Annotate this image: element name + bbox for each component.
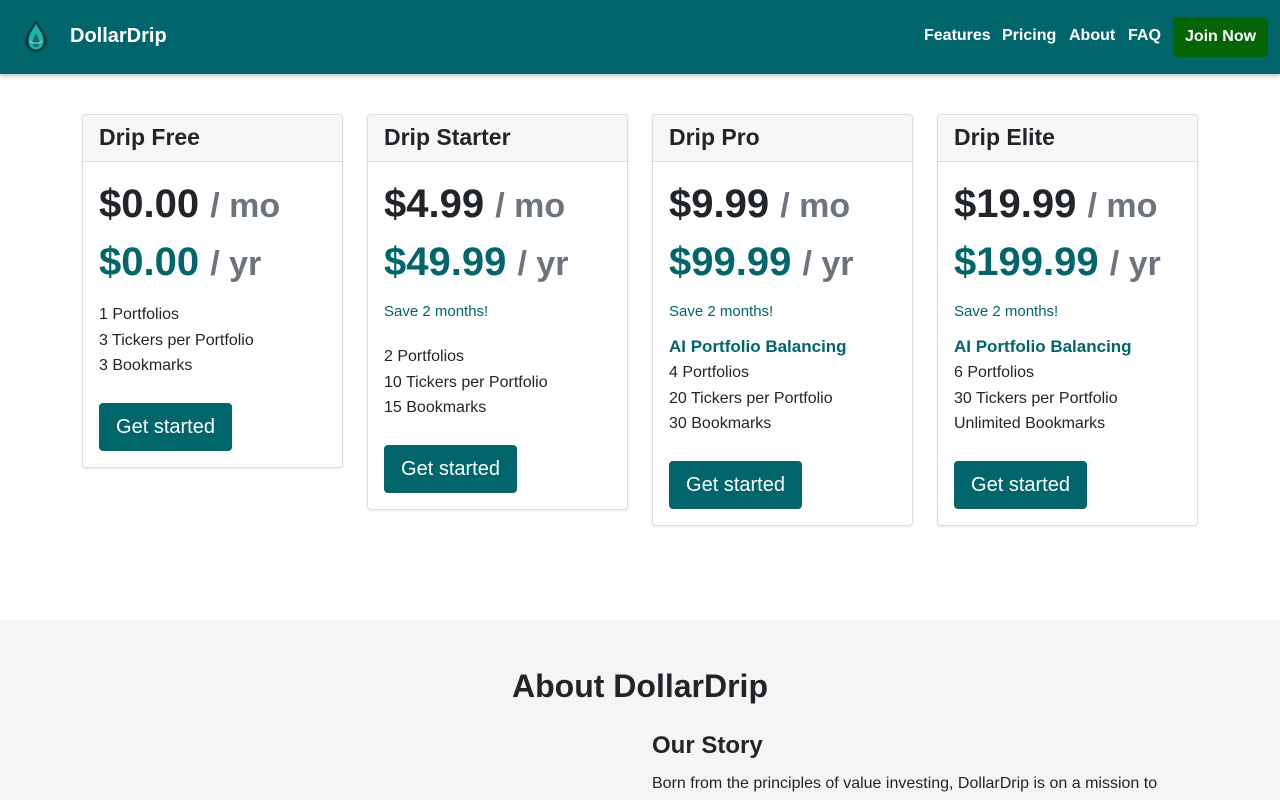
get-started-button[interactable]: Get started bbox=[669, 461, 802, 510]
yearly-price: $99.99 / yr bbox=[669, 236, 896, 290]
savings-note: Save 2 months! bbox=[669, 303, 774, 320]
feature-item: 4 Portfolios bbox=[669, 364, 750, 381]
plan-card-elite: Drip Elite $19.99 / mo $199.99 / yr Save… bbox=[937, 114, 1198, 527]
about-section: About DollarDrip Our Story Born from the… bbox=[0, 620, 1280, 800]
yearly-unit: / yr bbox=[1109, 245, 1161, 283]
feature-list: 1 Portfolios 3 Tickers per Portfolio 3 B… bbox=[99, 302, 326, 379]
feature-item: 30 Tickers per Portfolio bbox=[954, 389, 1118, 407]
nav-link-features[interactable]: Features bbox=[924, 27, 991, 45]
feature-item: 30 Bookmarks bbox=[669, 415, 772, 433]
navbar: DollarDrip Features Pricing About FAQ Jo… bbox=[0, 0, 1280, 74]
monthly-price: $19.99 / mo bbox=[954, 178, 1181, 232]
yearly-price-value: $49.99 bbox=[384, 240, 507, 284]
savings-note: Save 2 months! bbox=[384, 303, 489, 320]
savings-note: Save 2 months! bbox=[954, 303, 1059, 320]
yearly-price-value: $199.99 bbox=[954, 240, 1099, 284]
monthly-price: $0.00 / mo bbox=[99, 178, 326, 232]
feature-item: 10 Tickers per Portfolio bbox=[384, 373, 548, 391]
monthly-unit: / mo bbox=[780, 187, 851, 225]
about-title: About DollarDrip bbox=[512, 668, 768, 704]
feature-item: 3 Bookmarks bbox=[99, 357, 193, 375]
yearly-price: $199.99 / yr bbox=[954, 236, 1181, 290]
feature-list: 2 Portfolios 10 Tickers per Portfolio 15… bbox=[384, 344, 611, 421]
brand-name[interactable]: DollarDrip bbox=[70, 25, 167, 48]
feature-item: 6 Portfolios bbox=[954, 364, 1035, 381]
feature-item: 15 Bookmarks bbox=[384, 399, 487, 417]
monthly-unit: / mo bbox=[495, 187, 566, 225]
water-drop-logo-icon[interactable] bbox=[22, 19, 50, 53]
ai-balancing-feature: AI Portfolio Balancing bbox=[954, 337, 1132, 356]
monthly-unit: / mo bbox=[1087, 187, 1158, 225]
plan-card-free: Drip Free $0.00 / mo $0.00 / yr 1 Portfo… bbox=[82, 114, 343, 469]
plan-name: Drip Free bbox=[83, 115, 342, 162]
feature-item: 3 Tickers per Portfolio bbox=[99, 331, 254, 349]
feature-item: 1 Portfolios bbox=[99, 306, 180, 323]
monthly-price-value: $4.99 bbox=[384, 182, 485, 226]
get-started-button[interactable]: Get started bbox=[99, 403, 232, 452]
plan-name: Drip Starter bbox=[368, 115, 627, 162]
plan-name: Drip Pro bbox=[653, 115, 912, 162]
about-illustration-icon bbox=[320, 790, 400, 800]
yearly-unit: / yr bbox=[517, 245, 569, 283]
monthly-price-value: $9.99 bbox=[669, 182, 770, 226]
monthly-price: $4.99 / mo bbox=[384, 178, 611, 232]
get-started-button[interactable]: Get started bbox=[384, 445, 517, 494]
plan-card-starter: Drip Starter $4.99 / mo $49.99 / yr Save… bbox=[367, 114, 628, 511]
monthly-unit: / mo bbox=[210, 187, 281, 225]
yearly-price-value: $0.00 bbox=[99, 240, 200, 284]
nav-link-faq[interactable]: FAQ bbox=[1128, 27, 1161, 45]
feature-list: 4 Portfolios 20 Tickers per Portfolio 30… bbox=[669, 360, 896, 437]
yearly-price: $0.00 / yr bbox=[99, 236, 326, 290]
yearly-unit: / yr bbox=[802, 245, 854, 283]
plan-name: Drip Elite bbox=[938, 115, 1197, 162]
join-now-button[interactable]: Join Now bbox=[1173, 17, 1268, 57]
nav-link-about[interactable]: About bbox=[1069, 27, 1115, 45]
our-story-text: Born from the principles of value invest… bbox=[652, 775, 1158, 792]
feature-list: 6 Portfolios 30 Tickers per Portfolio Un… bbox=[954, 360, 1181, 437]
nav-link-pricing[interactable]: Pricing bbox=[1002, 27, 1056, 45]
feature-item: Unlimited Bookmarks bbox=[954, 415, 1106, 433]
monthly-price-value: $0.00 bbox=[99, 182, 200, 226]
monthly-price-value: $19.99 bbox=[954, 182, 1077, 226]
monthly-price: $9.99 / mo bbox=[669, 178, 896, 232]
get-started-button[interactable]: Get started bbox=[954, 461, 1087, 510]
feature-item: 2 Portfolios bbox=[384, 348, 465, 365]
yearly-price: $49.99 / yr bbox=[384, 236, 611, 290]
ai-balancing-feature: AI Portfolio Balancing bbox=[669, 337, 847, 356]
our-story-heading: Our Story bbox=[652, 732, 763, 759]
plan-card-pro: Drip Pro $9.99 / mo $99.99 / yr Save 2 m… bbox=[652, 114, 913, 527]
yearly-unit: / yr bbox=[210, 245, 262, 283]
feature-item: 20 Tickers per Portfolio bbox=[669, 389, 833, 407]
yearly-price-value: $99.99 bbox=[669, 240, 792, 284]
